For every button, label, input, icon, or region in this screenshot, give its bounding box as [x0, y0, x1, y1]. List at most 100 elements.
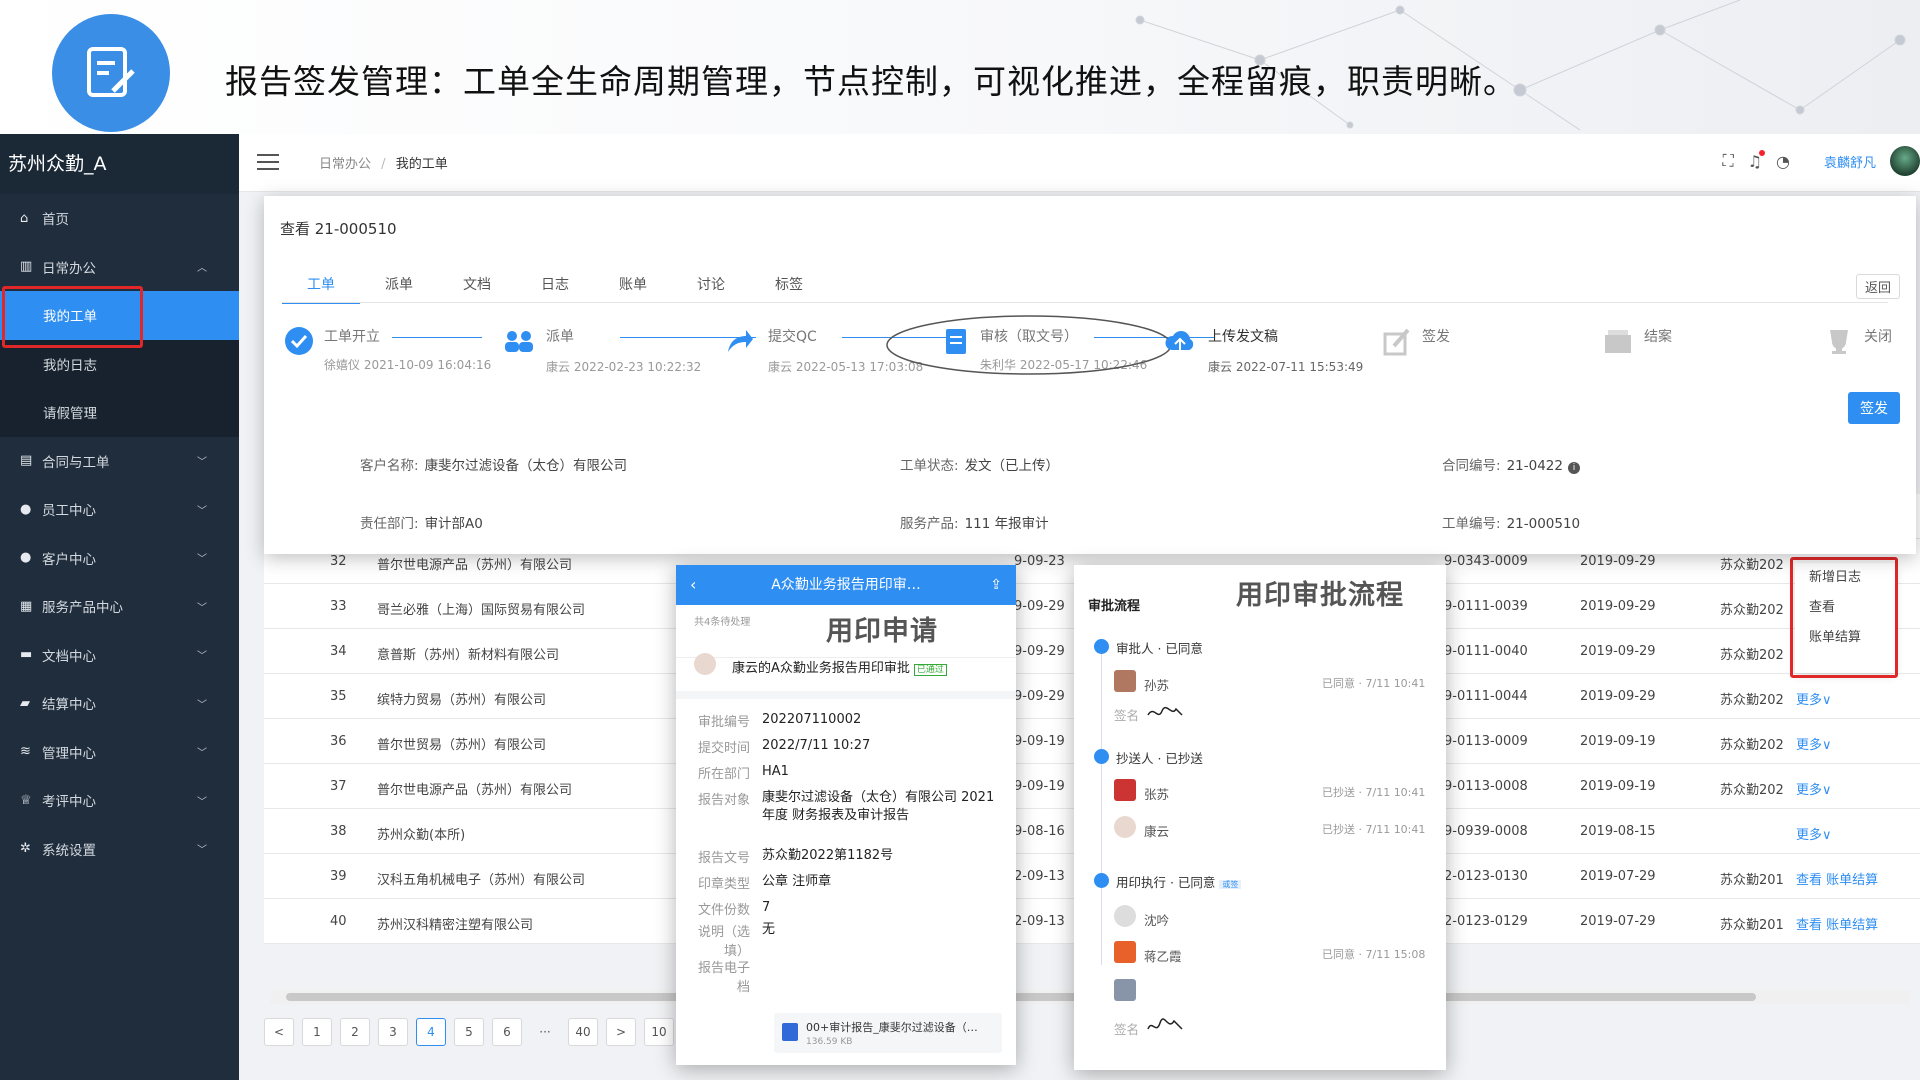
row-action-link[interactable]: 查看 账单结算 [1796, 869, 1878, 888]
cc-icon [1094, 749, 1109, 764]
table-cell: 意普斯（苏州）新材料有限公司 [377, 648, 560, 663]
table-cell: 9-09-29 [1014, 599, 1065, 614]
field-label: 报告对象 [697, 793, 750, 808]
sidebar-item-label: 请假管理 [43, 406, 97, 423]
table-cell: 32 [330, 554, 347, 569]
row-action-link[interactable]: 更多∨ [1796, 779, 1832, 798]
sidebar-item-staff[interactable]: ● 员工中心 ﹀ [0, 485, 239, 534]
table-cell: 9-0939-0008 [1444, 824, 1528, 839]
sidebar-item-leave[interactable]: 请假管理 [0, 388, 239, 437]
field-value: 202207110002 [762, 712, 862, 727]
share-icon[interactable]: ⇪ [990, 565, 1002, 605]
menu-toggle-icon[interactable] [257, 154, 279, 170]
info-icon[interactable]: i [1567, 462, 1580, 474]
sidebar-item-customers[interactable]: ● 客户中心 ﹀ [0, 534, 239, 583]
home-icon: ⌂ [20, 210, 29, 226]
approval-flow-panel: 用印审批流程 审批流程 审批人 · 已同意 孙苏 已同意 · 7/11 10:4… [1074, 565, 1446, 1070]
step-submit-qc: 提交QC 康云 2022-05-13 17:03:08 [724, 326, 923, 374]
sidebar-item-label: 服务产品中心 [42, 600, 123, 617]
avatar[interactable] [1890, 146, 1920, 176]
table-cell: 2019-09-29 [1580, 644, 1656, 659]
customer-link[interactable]: 康斐尔过滤设备（太仓）有限公司 [425, 458, 628, 474]
field-value: 7 [762, 900, 771, 915]
divider [676, 691, 1016, 699]
page-button[interactable]: 4 [416, 1018, 446, 1046]
banner: 报告签发管理：工单全生命周期管理，节点控制，可视化推进，全程留痕，职责明晰。 [0, 0, 1920, 134]
field-value: 康斐尔过滤设备（太仓）有限公司 2021年度 财务报表及审计报告 [762, 790, 995, 823]
page-button[interactable]: 1 [302, 1018, 332, 1046]
file-size: 136.59 KB [806, 1037, 853, 1047]
sidebar-item-daily-office[interactable]: ▥ 日常办公 ︿ [0, 243, 239, 292]
sidebar-item-settlement[interactable]: ▰ 结算中心 ﹀ [0, 679, 239, 728]
table-cell: 普尔世电源产品（苏州）有限公司 [377, 783, 573, 798]
avatar [1114, 670, 1136, 692]
scrollbar-thumb[interactable] [286, 993, 1756, 1001]
chevron-up-icon: ︿ [197, 263, 207, 275]
building-icon: ▥ [20, 259, 33, 275]
page-button[interactable]: 10 [644, 1018, 674, 1046]
field-label: 印章类型 [697, 877, 750, 892]
step-meta: 康云 2022-02-23 10:22:32 [546, 360, 702, 374]
back-button[interactable]: 返回 [1855, 274, 1900, 299]
approval-title-text: 康云的A众勤业务报告用印审批 [732, 661, 910, 676]
row-action-link[interactable]: 更多∨ [1796, 689, 1832, 708]
field-value: 111 年报审计 [964, 516, 1049, 532]
step-name: 提交QC [768, 329, 817, 345]
page-button[interactable]: 40 [568, 1018, 598, 1046]
field-value: 审计部A0 [424, 516, 483, 532]
tab-tags[interactable]: 标签 [750, 274, 828, 304]
tabs-divider [282, 302, 1888, 303]
signature-label: 签名 [1114, 708, 1140, 723]
row-action-link[interactable]: 查看 账单结算 [1796, 914, 1878, 933]
back-arrow-icon[interactable]: ‹ [690, 565, 696, 605]
breadcrumb-item[interactable]: 日常办公 [319, 157, 371, 172]
highlight-box [1790, 557, 1898, 678]
field-label: 提交时间 [697, 741, 750, 756]
table-cell: 2-09-13 [1014, 869, 1065, 884]
sidebar-item-home[interactable]: ⌂ 首页 [0, 194, 239, 243]
page-button[interactable]: 5 [454, 1018, 484, 1046]
tab-dispatch[interactable]: 派单 [360, 274, 438, 304]
step-meta: 康云 2022-07-11 15:53:49 [1208, 360, 1364, 374]
page-button[interactable]: < [264, 1018, 294, 1046]
section-label: 用印审批流程 [1236, 580, 1404, 611]
table-cell: 苏州众勤(本所) [377, 828, 466, 843]
row-action-link[interactable]: 更多∨ [1796, 734, 1832, 753]
fullscreen-icon[interactable]: ⛶ [1722, 151, 1733, 171]
table-cell: 9-0113-0009 [1444, 734, 1528, 749]
sign-button[interactable]: 签发 [1848, 392, 1900, 424]
user-name[interactable]: 袁麟舒凡 [1824, 152, 1876, 171]
sidebar-item-contracts[interactable]: ▤ 合同与工单 ﹀ [0, 437, 239, 486]
step-sign: 签发 [1382, 326, 1450, 360]
table-cell: 苏众勤201 [1720, 918, 1784, 933]
table-cell: 9-0113-0008 [1444, 779, 1528, 794]
theme-icon[interactable]: ◔ [1776, 152, 1790, 171]
sidebar-item-label: 结算中心 [42, 697, 96, 714]
sidebar-item-settings[interactable]: ✲ 系统设置 ﹀ [0, 825, 239, 874]
sidebar-item-products[interactable]: ▦ 服务产品中心 ﹀ [0, 582, 239, 631]
page-button[interactable]: 2 [340, 1018, 370, 1046]
gear-icon: ✲ [20, 841, 31, 857]
page-button[interactable]: 3 [378, 1018, 408, 1046]
cloud-upload-icon [1165, 331, 1194, 352]
bell-icon[interactable]: ♫ [1748, 149, 1766, 171]
group-title-text: 用印执行 · 已同意 [1116, 875, 1216, 890]
sidebar-item-evaluation[interactable]: ♕ 考评中心 ﹀ [0, 776, 239, 825]
sidebar-item-management[interactable]: ≋ 管理中心 ﹀ [0, 728, 239, 777]
tab-bills[interactable]: 账单 [594, 274, 672, 304]
tab-discussion[interactable]: 讨论 [672, 274, 750, 304]
attachment[interactable]: 00+审计报告_康斐尔过滤设备（… 136.59 KB [774, 1013, 1002, 1053]
tab-documents[interactable]: 文档 [438, 274, 516, 304]
status-badge: 已通过 [913, 664, 947, 676]
page-button[interactable]: ··· [530, 1018, 560, 1046]
tab-logs[interactable]: 日志 [516, 274, 594, 304]
row-action-link[interactable]: 更多∨ [1796, 824, 1832, 843]
step-upload: 上传发文稿 康云 2022-07-11 15:53:49 [1164, 326, 1363, 374]
sidebar-item-documents[interactable]: ▬ 文档中心 ﹀ [0, 631, 239, 680]
page-button[interactable]: 6 [492, 1018, 522, 1046]
sidebar-item-label: 客户中心 [42, 551, 96, 568]
page-button[interactable]: > [606, 1018, 636, 1046]
sidebar-item-label: 考评中心 [42, 794, 96, 811]
table-cell: 苏州汉科精密注塑有限公司 [377, 918, 534, 933]
tab-order[interactable]: 工单 [282, 274, 360, 304]
